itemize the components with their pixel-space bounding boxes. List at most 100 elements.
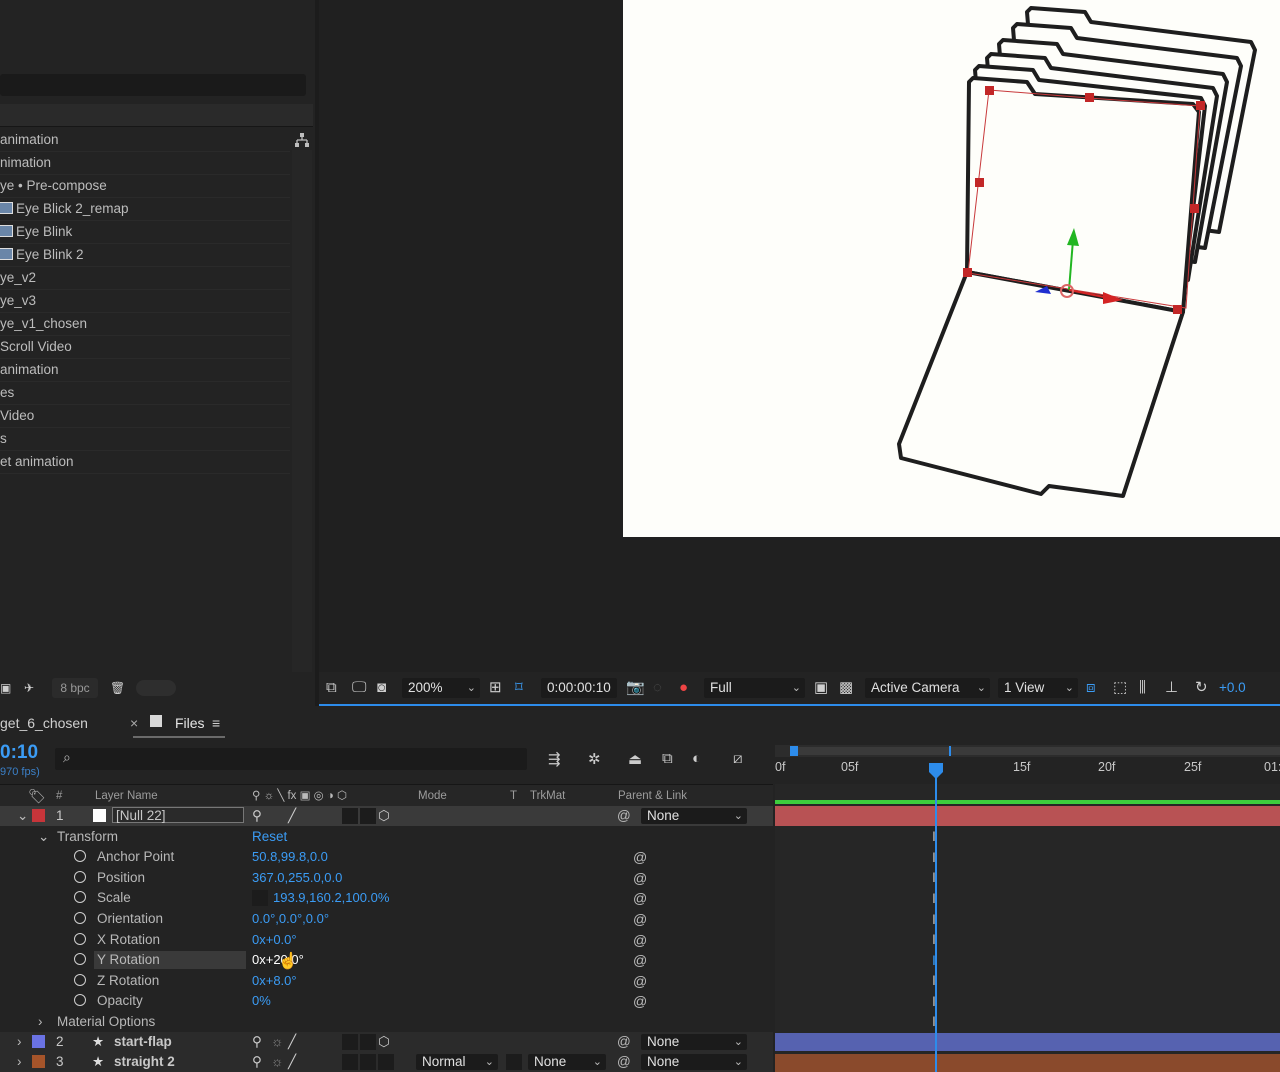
stopwatch-icon[interactable] [74,974,86,986]
layer-duration-bar[interactable] [775,1033,1280,1051]
current-time-indicator-head[interactable] [928,762,944,780]
toggle-transparency-icon[interactable]: ▩ [839,674,853,702]
current-time-display[interactable]: 0:00:00:10 [541,678,617,698]
always-preview-icon[interactable]: ⧉ [326,674,337,702]
graph-editor-icon[interactable]: ⧄ [733,750,743,767]
quality-switch-icon[interactable]: ╱ [288,1032,296,1052]
region-of-interest-icon[interactable]: ⊞ [489,674,502,702]
project-item[interactable]: et animation [0,451,290,474]
time-ruler[interactable]: 0f 05f 15f 20f 25f 01: [775,758,1280,782]
effect-switch[interactable] [342,1054,358,1070]
expression-pickwhip-icon[interactable]: @ [633,991,647,1011]
project-item[interactable]: ye_v1_chosen [0,313,290,336]
layer-row[interactable]: ⌄ 1 [Null 22] ⚲ ╱ ⬡ @ None ⌄ [0,806,773,826]
stopwatch-icon[interactable] [74,933,86,945]
chevron-down-icon[interactable]: ⌄ [38,827,49,847]
property-value[interactable]: 50.8,99.8,0.0 [252,847,328,867]
project-item[interactable]: nimation [0,152,290,175]
preserve-transparency-switch[interactable] [506,1054,522,1070]
3d-renderer-icon[interactable]: ⬚ [1113,674,1127,702]
view-layout-dropdown[interactable]: 1 View ⌄ [998,678,1078,698]
layer-search-input[interactable]: ⌕ [55,748,527,770]
camera-snapshot-icon[interactable]: 📷 [626,674,645,702]
label-tag-icon[interactable]: 🏷 [28,785,46,807]
property-value[interactable]: 0% [252,991,271,1011]
quality-switch-icon[interactable]: ╱ [288,1052,296,1072]
thumbnail-size-slider[interactable] [136,680,176,696]
close-icon[interactable]: × [130,708,138,738]
reset-exposure-icon[interactable]: ↻ [1195,674,1208,702]
mask-icon[interactable]: ◙ [377,674,386,702]
collapse-switch-icon[interactable]: ☼ [271,1052,283,1072]
bit-depth-button[interactable]: 8 bpc [52,678,98,698]
parent-dropdown[interactable]: None ⌄ [641,808,747,824]
chevron-right-icon[interactable]: › [17,1052,22,1072]
3d-layer-icon[interactable]: ⬡ [378,806,390,826]
fast-preview-icon[interactable]: ▣ [814,674,828,702]
parent-dropdown[interactable]: None ⌄ [641,1034,747,1050]
current-time[interactable]: 0:10 [0,742,38,764]
draft-3d-icon[interactable]: ✲ [588,750,601,768]
property-value[interactable]: 0x+0.0° [252,930,297,950]
project-item[interactable]: es [0,382,290,405]
pickwhip-icon[interactable]: @ [617,1032,631,1052]
camera-view-dropdown[interactable]: Active Camera ⌄ [865,678,990,698]
stopwatch-icon[interactable] [74,953,86,965]
3d-layer-switch[interactable] [378,1054,394,1070]
layer-duration-bar[interactable] [775,806,1280,826]
navigator-start-handle[interactable] [790,746,798,756]
track-matte-dropdown[interactable]: None ⌄ [528,1054,606,1070]
parent-dropdown[interactable]: None ⌄ [641,1054,747,1070]
transform-group[interactable]: ⌄ Transform Reset [0,827,773,847]
property-value[interactable]: 193.9,160.2,100.0% [273,888,389,908]
adjustment-switch[interactable] [360,808,376,824]
expression-pickwhip-icon[interactable]: @ [633,888,647,908]
column-layer-name[interactable]: Layer Name [95,785,158,807]
composition-canvas[interactable] [623,0,1280,537]
project-item[interactable]: s [0,428,290,451]
property-name[interactable]: Y Rotation [94,951,246,969]
project-item[interactable]: ye_v2 [0,267,290,290]
render-queue-icon[interactable]: ✈ [24,678,34,698]
panel-menu-icon[interactable]: ≡ [212,708,220,738]
collapse-switch-icon[interactable]: ☼ [271,1032,283,1052]
label-color-swatch[interactable] [32,809,45,822]
pickwhip-icon[interactable]: @ [617,1052,631,1072]
project-item[interactable]: animation [0,129,290,152]
stopwatch-icon[interactable] [74,994,86,1006]
tab-composition[interactable]: get_6_chosen [0,708,88,738]
zoom-dropdown[interactable]: 200% ⌄ [402,678,480,698]
resolution-dropdown[interactable]: Full ⌄ [704,678,805,698]
effect-switch[interactable] [342,808,358,824]
exposure-value[interactable]: +0.0 [1219,674,1246,702]
layer-row[interactable]: › 2 ★ start-flap ⚲ ☼ ╱ ⬡ @ None ⌄ [0,1032,773,1052]
tab-files[interactable]: Files [175,708,205,738]
stopwatch-icon[interactable] [74,891,86,903]
monitor-icon[interactable]: 🖵 [352,674,366,702]
work-area-bar[interactable] [790,747,1280,755]
reset-link[interactable]: Reset [252,827,287,847]
layer-name-field[interactable]: [Null 22] [112,807,244,823]
rgb-channels-icon[interactable]: ● [679,674,688,702]
shy-switch-icon[interactable]: ⚲ [252,1032,262,1052]
project-item[interactable]: ye • Pre-compose [0,175,290,198]
adjustment-switch[interactable] [360,1034,376,1050]
project-item[interactable]: Video [0,405,290,428]
shy-layers-icon[interactable]: ⏏ [628,750,642,768]
comp-flowchart-icon[interactable]: ⊥ [1165,674,1178,702]
expression-pickwhip-icon[interactable]: @ [633,971,647,991]
shy-switch-icon[interactable]: ⚲ [252,1052,262,1072]
project-item[interactable]: animation [0,359,290,382]
property-value[interactable]: 0.0°,0.0°,0.0° [252,909,329,929]
show-snapshot-icon[interactable]: ◌ [653,674,662,702]
layer-row[interactable]: › 3 ★ straight 2 ⚲ ☼ ╱ Normal ⌄ None ⌄ @ N… [0,1052,773,1072]
layer-name[interactable]: straight 2 [114,1052,175,1072]
project-item[interactable]: Scroll Video [0,336,290,359]
current-time-indicator-line[interactable] [935,764,937,1072]
layer-duration-bar[interactable] [775,1054,1280,1072]
quality-switch-icon[interactable]: ╱ [288,806,296,826]
project-item[interactable]: Eye Blink [0,221,290,244]
interpret-footage-icon[interactable]: ▣ [0,678,11,698]
stopwatch-icon[interactable] [74,871,86,883]
label-color-swatch[interactable] [32,1035,45,1048]
